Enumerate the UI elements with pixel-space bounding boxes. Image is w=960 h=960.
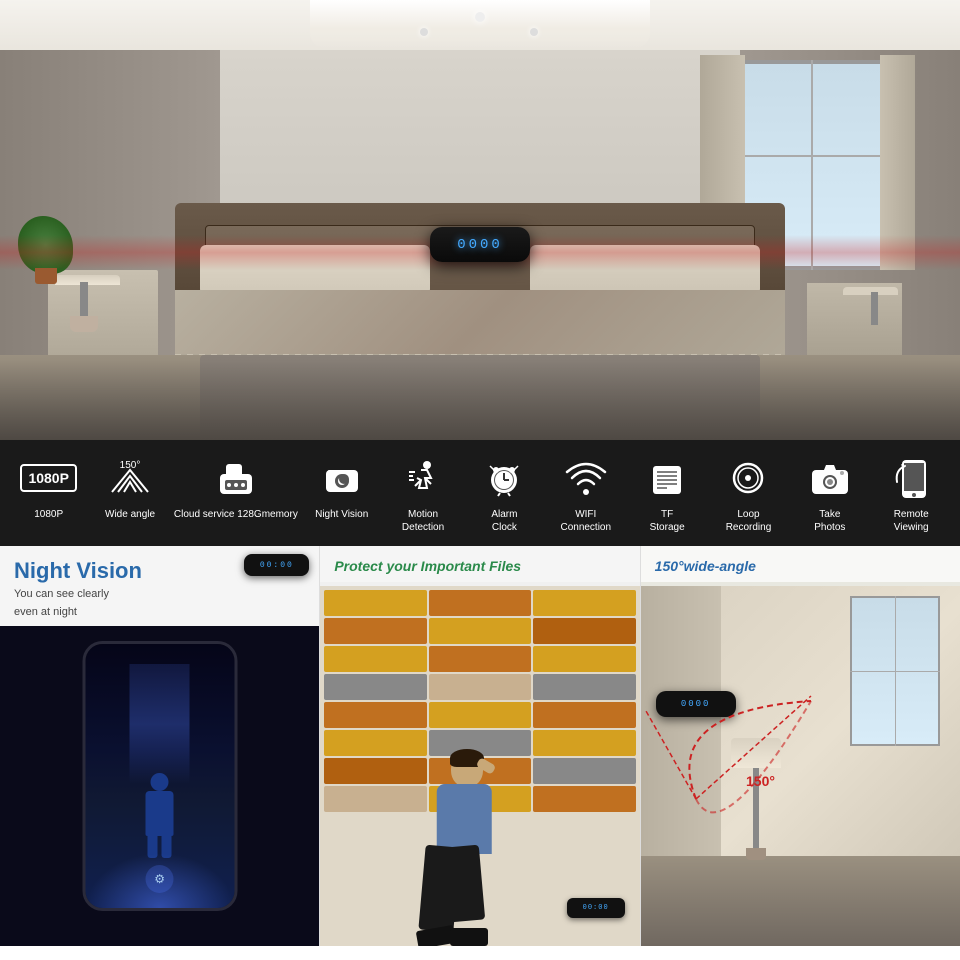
night-vision-icon <box>316 452 368 504</box>
feature-remote-label: Remote Viewing <box>894 508 929 534</box>
angle-arc-svg: 150° <box>641 671 861 821</box>
panel-wide-angle: 150°wide-angle 0000 <box>641 546 960 946</box>
cloud-svg <box>214 456 258 500</box>
panel-night-vision: Night Vision You can see clearly even at… <box>0 546 319 946</box>
phone-svg <box>889 456 933 500</box>
feature-cloud-label: Cloud service 128Gmemory <box>174 508 298 521</box>
1080p-icon: 1080P <box>23 452 75 504</box>
feature-motion-label: Motion Detection <box>402 508 444 534</box>
cloud-icon <box>210 452 262 504</box>
feature-tf-label: TF Storage <box>650 508 685 534</box>
motion-icon <box>397 452 449 504</box>
tf-icon <box>641 452 693 504</box>
camera-icon <box>804 452 856 504</box>
feature-night-vision: Night Vision <box>304 452 379 521</box>
feature-alarm-label: Alarm Clock <box>491 508 517 534</box>
phone-icon <box>885 452 937 504</box>
feature-remote: Remote Viewing <box>874 452 949 534</box>
alarm-clock-device: 0000 <box>430 227 530 262</box>
device-display: 0000 <box>457 237 503 253</box>
feature-wide-angle-label: Wide angle <box>105 508 155 521</box>
feature-1080p: 1080P 1080P <box>11 452 86 521</box>
hero-section: 0000 <box>0 0 960 440</box>
loop-svg <box>726 456 770 500</box>
feature-alarm: Alarm Clock <box>467 452 542 534</box>
bottom-panels: Night Vision You can see clearly even at… <box>0 546 960 946</box>
night-vision-header: Night Vision You can see clearly even at… <box>0 546 319 627</box>
wifi-signal-svg: 150° <box>108 456 152 500</box>
feature-photo: Take Photos <box>792 452 867 534</box>
wide-angle-header: 150°wide-angle <box>641 546 960 582</box>
feature-loop: Loop Recording <box>711 452 786 534</box>
alarm-svg <box>482 456 526 500</box>
feature-night-label: Night Vision <box>315 508 368 521</box>
features-bar: 1080P 1080P 150° Wide angle <box>0 440 960 546</box>
motion-svg <box>401 456 445 500</box>
night-device-display: 00:00 <box>260 561 294 570</box>
feature-photo-label: Take Photos <box>814 508 845 534</box>
wifi-icon <box>560 452 612 504</box>
night-vision-title: Night Vision <box>14 558 142 583</box>
feature-cloud: Cloud service 128Gmemory <box>174 452 298 521</box>
alarm-icon <box>478 452 530 504</box>
camera-svg <box>808 456 852 500</box>
feature-motion: Motion Detection <box>386 452 461 534</box>
feature-wifi: WIFI Connection <box>548 452 623 534</box>
feature-loop-label: Loop Recording <box>726 508 772 534</box>
night-device-small: 00:00 <box>244 554 309 576</box>
feature-1080p-label: 1080P <box>34 508 63 521</box>
files-header: Protect your Important Files <box>320 546 639 582</box>
night-vision-svg <box>320 456 364 500</box>
files-title: Protect your Important Files <box>334 558 521 574</box>
wide-angle-icon: 150° <box>104 452 156 504</box>
feature-wifi-label: WIFI Connection <box>560 508 611 534</box>
feature-wide-angle: 150° Wide angle <box>93 452 168 521</box>
resolution-badge: 1080P <box>20 464 76 492</box>
tf-svg <box>645 456 689 500</box>
wide-angle-title: 150°wide-angle <box>655 558 756 574</box>
night-vision-subtitle: You can see clearly even at night <box>14 588 109 618</box>
wifi-svg <box>564 456 608 500</box>
loop-icon <box>722 452 774 504</box>
svg-text:150°: 150° <box>746 773 775 789</box>
panel-important-files: Protect your Important Files <box>319 546 640 946</box>
feature-tf: TF Storage <box>630 452 705 534</box>
